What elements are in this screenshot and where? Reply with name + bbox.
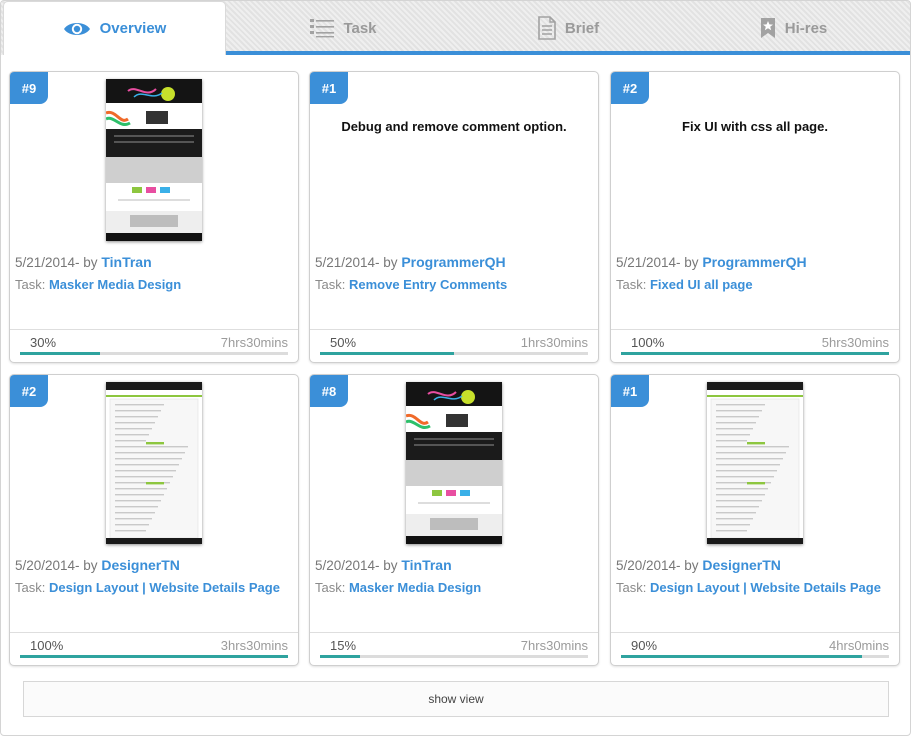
design-thumbnail[interactable] xyxy=(707,382,803,544)
design-thumbnail[interactable] xyxy=(106,79,202,241)
task-prefix: Task: xyxy=(315,580,349,595)
task-date: 5/20/2014- by xyxy=(315,558,402,573)
progress-bar xyxy=(20,655,288,658)
task-card[interactable]: #8 5/20/2014- by TinTran Task: Masker Me… xyxy=(309,374,599,666)
time-spent: 5hrs30mins xyxy=(821,335,889,350)
bookmark-star-icon xyxy=(760,17,776,39)
progress-bar xyxy=(621,352,889,355)
task-date: 5/21/2014- by xyxy=(15,255,102,270)
task-link[interactable]: Design Layout | Website Details Page xyxy=(650,580,881,595)
show-view-button[interactable]: show view xyxy=(23,681,889,717)
time-spent: 7hrs30mins xyxy=(220,335,288,350)
task-title: Debug and remove comment option. xyxy=(341,119,567,134)
progress-percent: 100% xyxy=(30,638,64,653)
eye-icon xyxy=(63,20,91,38)
card-footer: 100% 5hrs30mins xyxy=(611,329,899,362)
task-meta: 5/20/2014- by DesignerTN xyxy=(15,557,180,573)
tab-task[interactable]: Task xyxy=(231,1,456,55)
task-link[interactable]: Design Layout | Website Details Page xyxy=(49,580,280,595)
author-link[interactable]: ProgrammerQH xyxy=(401,254,505,270)
task-line: Task: Remove Entry Comments xyxy=(315,277,507,292)
time-spent: 7hrs30mins xyxy=(520,638,588,653)
progress-bar-fill xyxy=(621,352,889,355)
card-footer: 100% 3hrs30mins xyxy=(10,632,298,665)
tab-task-label: Task xyxy=(343,19,377,37)
task-title: Fix UI with css all page. xyxy=(682,119,828,134)
task-line: Task: Design Layout | Website Details Pa… xyxy=(15,580,280,595)
task-prefix: Task: xyxy=(616,277,650,292)
task-line: Task: Fixed UI all page xyxy=(616,277,753,292)
task-prefix: Task: xyxy=(616,580,650,595)
progress-bar-fill xyxy=(20,655,288,658)
progress-percent: 100% xyxy=(631,335,665,350)
author-link[interactable]: TinTran xyxy=(401,557,451,573)
tab-overview[interactable]: Overview xyxy=(3,1,226,55)
progress-bar-fill xyxy=(621,655,863,658)
task-prefix: Task: xyxy=(315,277,349,292)
task-badge: #8 xyxy=(310,375,348,407)
task-date: 5/21/2014- by xyxy=(616,255,703,270)
task-badge: #1 xyxy=(310,72,348,104)
task-card[interactable]: #2 5/20/2014- by DesignerTN Task: Design… xyxy=(9,374,299,666)
card-footer: 50% 1hrs30mins xyxy=(310,329,598,362)
author-link[interactable]: TinTran xyxy=(101,254,151,270)
time-spent: 4hrs0mins xyxy=(829,638,889,653)
task-badge: #1 xyxy=(611,375,649,407)
task-badge: #9 xyxy=(10,72,48,104)
task-prefix: Task: xyxy=(15,277,49,292)
progress-bar xyxy=(320,352,588,355)
design-thumbnail[interactable] xyxy=(406,382,502,544)
task-prefix: Task: xyxy=(15,580,49,595)
overview-panel: Overview Task Brief Hi-res #9 5/21/2014-… xyxy=(0,0,911,736)
tab-hires-label: Hi-res xyxy=(784,19,828,37)
task-line: Task: Masker Media Design xyxy=(15,277,181,292)
progress-percent: 50% xyxy=(330,335,357,350)
author-link[interactable]: ProgrammerQH xyxy=(702,254,806,270)
document-icon xyxy=(538,16,556,40)
card-footer: 30% 7hrs30mins xyxy=(10,329,298,362)
progress-bar xyxy=(320,655,588,658)
progress-bar-fill xyxy=(20,352,101,355)
task-card[interactable]: #2 Fix UI with css all page. 5/21/2014- … xyxy=(610,71,900,363)
task-date: 5/20/2014- by xyxy=(15,558,102,573)
task-meta: 5/21/2014- by ProgrammerQH xyxy=(616,254,807,270)
author-link[interactable]: DesignerTN xyxy=(101,557,180,573)
task-meta: 5/21/2014- by ProgrammerQH xyxy=(315,254,506,270)
author-link[interactable]: DesignerTN xyxy=(702,557,781,573)
time-spent: 3hrs30mins xyxy=(220,638,288,653)
card-footer: 15% 7hrs30mins xyxy=(310,632,598,665)
task-link[interactable]: Masker Media Design xyxy=(49,277,181,292)
progress-bar xyxy=(621,655,889,658)
progress-percent: 90% xyxy=(631,638,658,653)
progress-percent: 15% xyxy=(330,638,357,653)
tab-brief-label: Brief xyxy=(564,19,600,37)
task-badge: #2 xyxy=(10,375,48,407)
list-icon xyxy=(310,18,335,38)
task-card[interactable]: #1 Debug and remove comment option. 5/21… xyxy=(309,71,599,363)
tab-overview-label: Overview xyxy=(99,20,167,37)
task-card[interactable]: #9 5/21/2014- by TinTran Task: Masker Me… xyxy=(9,71,299,363)
design-thumbnail[interactable] xyxy=(106,382,202,544)
task-line: Task: Masker Media Design xyxy=(315,580,481,595)
task-meta: 5/20/2014- by DesignerTN xyxy=(616,557,781,573)
task-badge: #2 xyxy=(611,72,649,104)
task-card[interactable]: #1 5/20/2014- by DesignerTN Task: Design… xyxy=(610,374,900,666)
task-link[interactable]: Remove Entry Comments xyxy=(349,277,507,292)
progress-bar xyxy=(20,352,288,355)
tab-bar: Overview Task Brief Hi-res xyxy=(1,1,910,55)
progress-bar-fill xyxy=(320,655,361,658)
tab-hires[interactable]: Hi-res xyxy=(681,1,906,55)
task-meta: 5/20/2014- by TinTran xyxy=(315,557,452,573)
task-link[interactable]: Fixed UI all page xyxy=(650,277,753,292)
task-line: Task: Design Layout | Website Details Pa… xyxy=(616,580,881,595)
task-meta: 5/21/2014- by TinTran xyxy=(15,254,152,270)
task-link[interactable]: Masker Media Design xyxy=(349,580,481,595)
time-spent: 1hrs30mins xyxy=(520,335,588,350)
card-footer: 90% 4hrs0mins xyxy=(611,632,899,665)
progress-bar-fill xyxy=(320,352,454,355)
task-date: 5/21/2014- by xyxy=(315,255,402,270)
progress-percent: 30% xyxy=(30,335,57,350)
tab-brief[interactable]: Brief xyxy=(456,1,681,55)
task-date: 5/20/2014- by xyxy=(616,558,703,573)
